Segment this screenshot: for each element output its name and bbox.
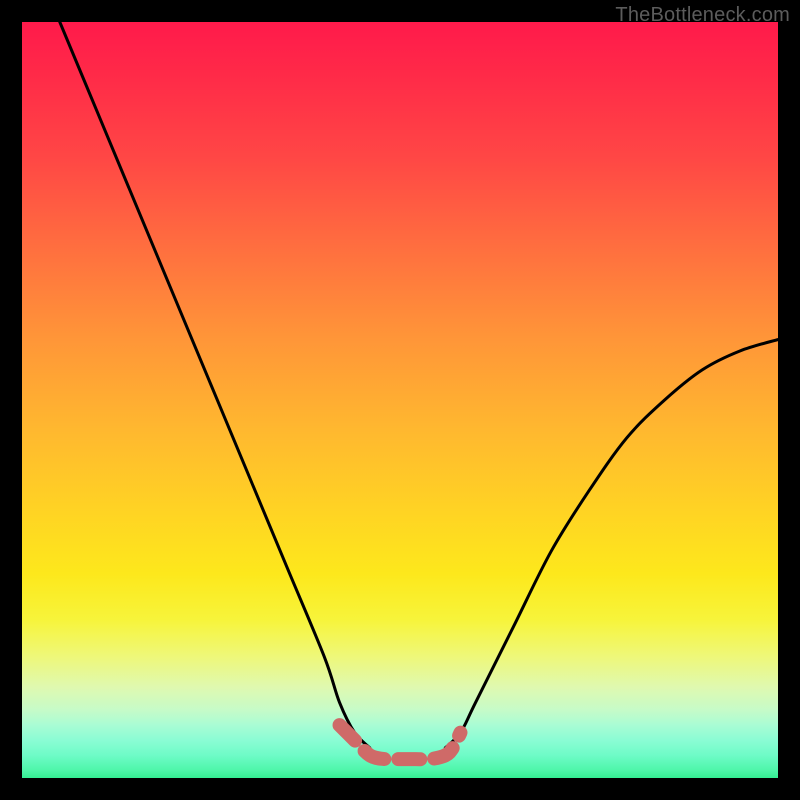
- curve-overlay: [22, 22, 778, 778]
- bottom-highlight-path: [340, 725, 461, 759]
- watermark-text: TheBottleneck.com: [615, 4, 790, 27]
- left-curve-path: [60, 22, 370, 748]
- chart-frame: TheBottleneck.com: [0, 0, 800, 800]
- right-curve-path: [445, 340, 778, 748]
- plot-area: [22, 22, 778, 778]
